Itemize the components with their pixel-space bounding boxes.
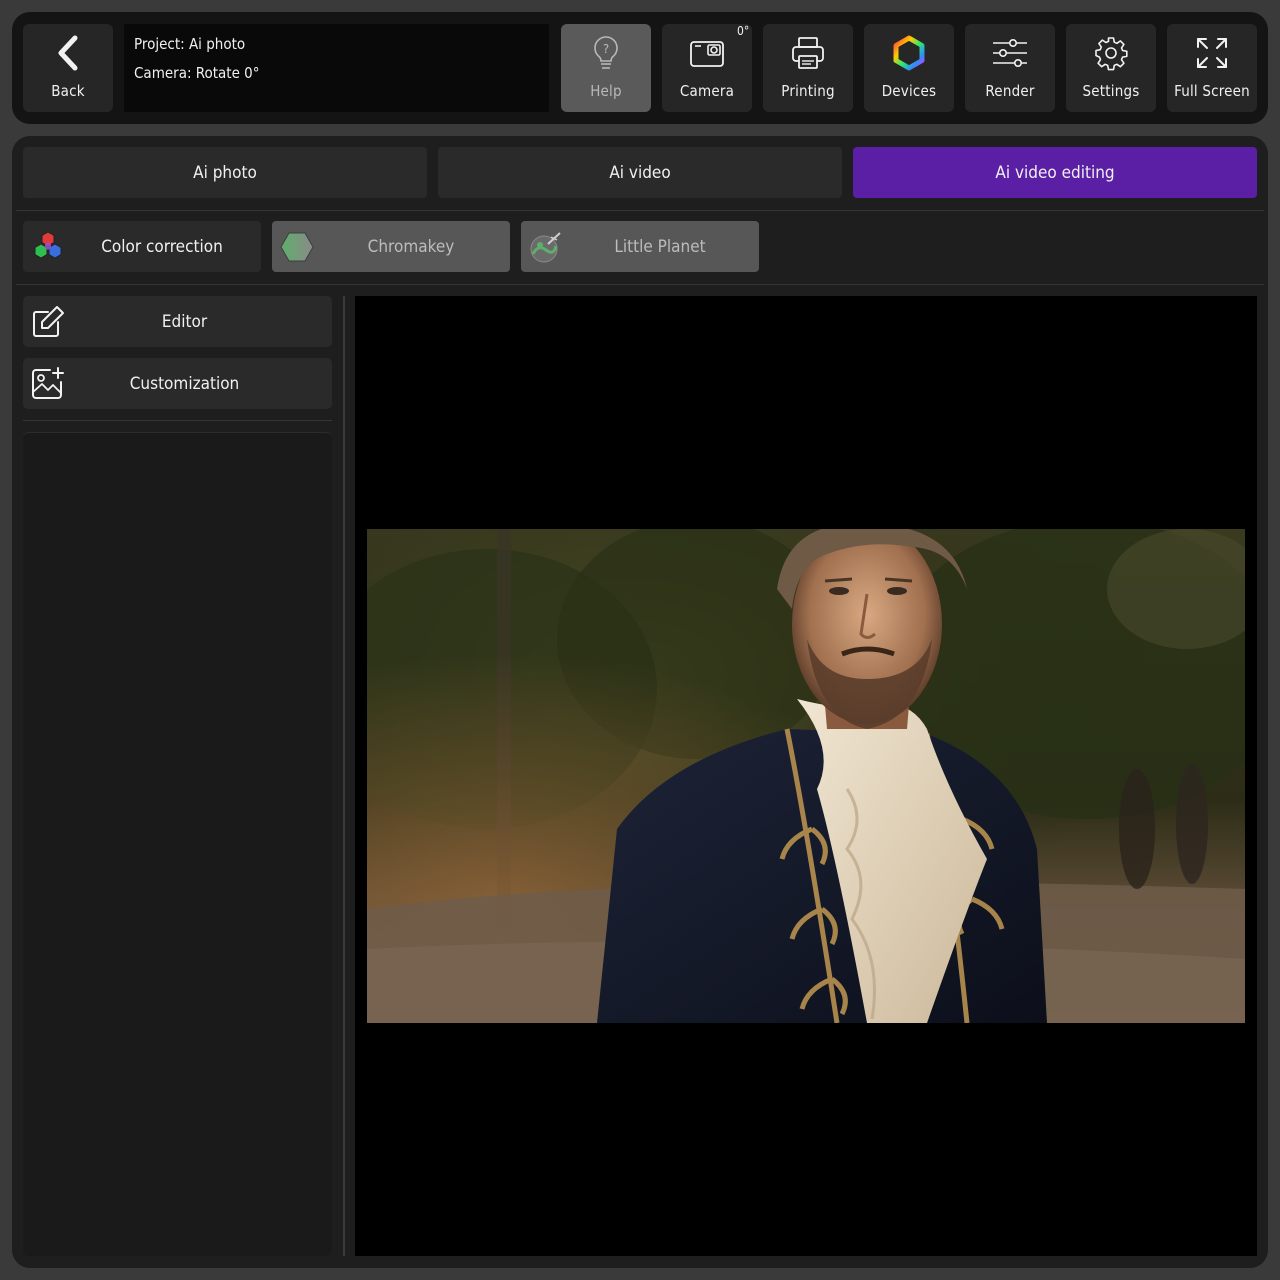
- chromakey-label: Chromakey: [367, 236, 455, 257]
- project-name: Project: Ai photo: [134, 35, 246, 53]
- fullscreen-label: Full Screen: [1174, 82, 1250, 100]
- settings-button[interactable]: Settings: [1066, 24, 1156, 112]
- color-correction-label: Color correction: [101, 236, 223, 257]
- devices-button[interactable]: Devices: [864, 24, 954, 112]
- gear-icon: [1093, 34, 1129, 72]
- tab-ai-video[interactable]: Ai video: [438, 147, 842, 198]
- printing-button[interactable]: Printing: [763, 24, 853, 112]
- top-toolbar: Back Project: Ai photo Camera: Rotate 0°…: [12, 12, 1268, 124]
- panel-splitter[interactable]: [343, 296, 345, 1256]
- settings-label: Settings: [1082, 82, 1140, 100]
- tab-label: Ai video editing: [995, 162, 1115, 183]
- help-button[interactable]: ? Help: [561, 24, 651, 112]
- camera-icon: [689, 34, 725, 72]
- editor-label: Editor: [161, 311, 208, 332]
- color-correction-button[interactable]: Color correction: [23, 221, 261, 272]
- devices-hexagon-icon: [891, 34, 927, 72]
- customization-label: Customization: [129, 373, 240, 394]
- tab-ai-photo[interactable]: Ai photo: [23, 147, 427, 198]
- back-label: Back: [51, 82, 85, 100]
- camera-rotation-info: Camera: Rotate 0°: [134, 64, 260, 82]
- sliders-icon: [991, 34, 1029, 72]
- sidebar-divider: [23, 420, 332, 421]
- video-preview-area: [355, 296, 1257, 1256]
- fullscreen-button[interactable]: Full Screen: [1167, 24, 1257, 112]
- color-correction-icon: [23, 221, 73, 272]
- expand-arrows-icon: [1194, 34, 1230, 72]
- sidebar-content-panel: [23, 432, 332, 1256]
- little-planet-icon: [521, 221, 571, 272]
- printer-icon: [790, 34, 826, 72]
- printing-label: Printing: [781, 82, 835, 100]
- camera-rotation-badge: 0°: [737, 24, 750, 38]
- editor-button[interactable]: Editor: [23, 296, 332, 347]
- chevron-left-icon: [53, 34, 83, 72]
- tab-ai-video-editing[interactable]: Ai video editing: [853, 147, 1257, 198]
- video-frame-image: [367, 529, 1245, 1023]
- tools-divider: [16, 284, 1264, 285]
- render-button[interactable]: Render: [965, 24, 1055, 112]
- render-label: Render: [985, 82, 1035, 100]
- chromakey-button[interactable]: Chromakey: [272, 221, 510, 272]
- svg-text:?: ?: [603, 42, 609, 56]
- chromakey-icon: [272, 221, 322, 272]
- back-button[interactable]: Back: [23, 24, 113, 112]
- video-frame: [367, 529, 1245, 1023]
- little-planet-label: Little Planet: [614, 236, 706, 257]
- tab-label: Ai photo: [193, 162, 257, 183]
- tabs-divider: [16, 210, 1264, 211]
- help-label: Help: [590, 82, 622, 100]
- camera-label: Camera: [679, 82, 735, 100]
- little-planet-button[interactable]: Little Planet: [521, 221, 759, 272]
- edit-pencil-icon: [23, 296, 73, 347]
- image-add-icon: [23, 358, 73, 409]
- tab-label: Ai video: [609, 162, 671, 183]
- main-panel: Ai photo Ai video Ai video editing Color…: [12, 136, 1268, 1268]
- project-info: Project: Ai photo Camera: Rotate 0°: [124, 24, 549, 112]
- customization-button[interactable]: Customization: [23, 358, 332, 409]
- lightbulb-help-icon: ?: [591, 34, 621, 72]
- devices-label: Devices: [881, 82, 937, 100]
